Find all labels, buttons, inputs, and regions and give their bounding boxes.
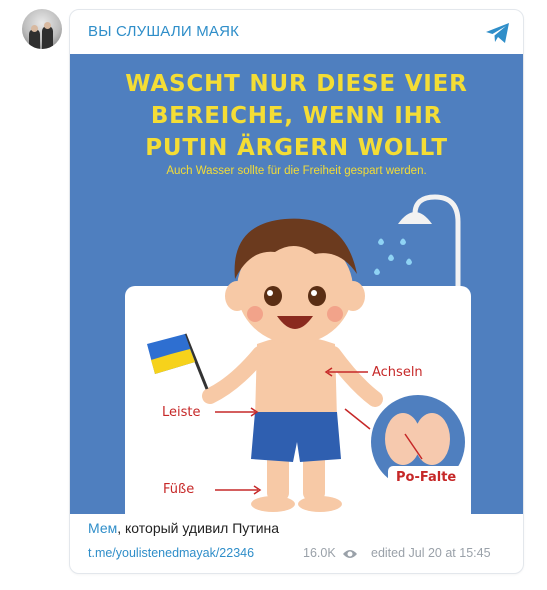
eye-icon [343, 550, 357, 558]
caption-link[interactable]: Мем [88, 520, 117, 536]
channel-name[interactable]: ВЫ СЛУШАЛИ МАЯК [88, 23, 239, 40]
view-count: 16.0K [303, 546, 336, 560]
telegram-icon[interactable] [485, 22, 511, 44]
meme-image[interactable]: WASCHT NUR DIESE VIER BEREICHE, WENN IHR… [70, 54, 523, 514]
label-butt: Po-Falte [396, 470, 457, 485]
edited-timestamp: edited Jul 20 at 15:45 [371, 546, 491, 560]
post-caption: Мем, который удивил Путина [88, 520, 279, 536]
label-arrows-icon [215, 367, 470, 495]
post-link[interactable]: t.me/youlistenedmayak/22346 [88, 546, 254, 560]
caption-text: , который удивил Путина [117, 520, 280, 536]
post-card: ВЫ СЛУШАЛИ МАЯК WASCHT NUR DIESE VIER BE… [69, 9, 524, 574]
channel-avatar[interactable] [22, 9, 62, 49]
